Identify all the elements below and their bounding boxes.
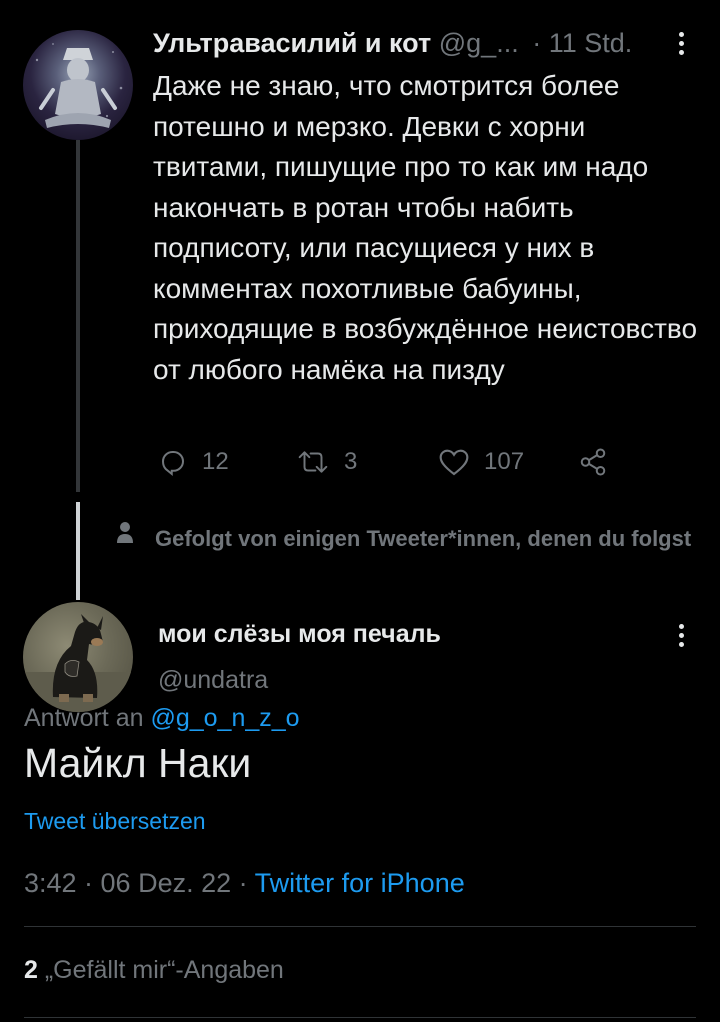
reply-to-link[interactable]: @g_o_n_z_o [150, 704, 299, 732]
reply-context: Antwort an @g_o_n_z_o [24, 704, 300, 733]
share-icon [580, 448, 606, 476]
thread-line [76, 140, 80, 492]
retweet-count: 3 [344, 448, 358, 475]
timestamp[interactable]: · 11 Std. [532, 28, 632, 58]
reply-prefix: Antwort an [24, 704, 144, 732]
like-action[interactable]: 107 [438, 445, 524, 479]
handle-2[interactable]: @undatra [158, 666, 268, 695]
retweet-icon [298, 451, 328, 473]
more-icon-2[interactable] [678, 624, 684, 647]
likes-label: „Gefällt mir“-Angaben [44, 956, 284, 984]
divider-2 [24, 1017, 696, 1018]
tweet-text-2: Майкл Наки [24, 740, 252, 786]
tweet-source[interactable]: Twitter for iPhone [255, 868, 465, 898]
tweet-meta: 3:42 · 06 Dez. 22 · Twitter for iPhone [24, 868, 465, 899]
social-context: Gefolgt von einigen Tweeter*innen, denen… [155, 526, 692, 551]
display-name[interactable]: Ультравасилий и кот [153, 28, 431, 58]
reply-icon [161, 451, 185, 476]
avatar-undatra[interactable] [23, 602, 133, 712]
tweet-header: Ультравасилий и кот @g_... · 11 Std. [153, 28, 632, 59]
share-action[interactable] [578, 445, 608, 479]
divider [24, 926, 696, 927]
reply-count: 12 [202, 448, 229, 475]
tweet-time[interactable]: 3:42 · 06 Dez. 22 · [24, 868, 248, 898]
like-count: 107 [484, 448, 525, 475]
thread-connector [76, 502, 80, 600]
likes-count: 2 [24, 956, 38, 984]
avatar-ultravasiliy[interactable] [23, 30, 133, 140]
likes-summary[interactable]: 2 „Gefällt mir“-Angaben [24, 956, 284, 985]
heart-icon [439, 449, 469, 476]
person-icon [117, 522, 133, 543]
retweet-action[interactable]: 3 [296, 445, 357, 479]
translate-link[interactable]: Tweet übersetzen [24, 808, 206, 835]
handle[interactable]: @g_... [439, 28, 519, 58]
tweet-text: Даже не знаю, что смотрится более потешн… [153, 70, 698, 385]
more-icon[interactable] [678, 32, 684, 55]
display-name-2[interactable]: мои слёзы моя печаль [158, 620, 441, 649]
reply-action[interactable]: 12 [158, 445, 229, 479]
